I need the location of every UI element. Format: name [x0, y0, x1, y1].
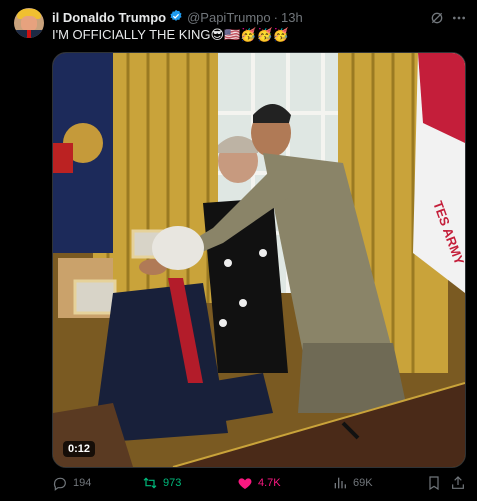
repost-button[interactable]: 973: [142, 473, 181, 493]
views-button[interactable]: 69K: [332, 473, 373, 493]
bookmark-button[interactable]: [426, 473, 447, 493]
author-handle[interactable]: @PapiTrumpo: [187, 10, 271, 25]
more-options-icon[interactable]: [451, 10, 467, 26]
separator-dot: ·: [273, 9, 278, 25]
share-icon: [452, 476, 464, 489]
bookmark-icon: [429, 476, 439, 491]
author-avatar[interactable]: [14, 8, 44, 38]
reply-button[interactable]: 194: [52, 473, 91, 493]
views-icon: [334, 477, 346, 489]
like-count: 4.7K: [258, 477, 281, 489]
video-frame: TES ARMY: [53, 53, 465, 467]
video-player[interactable]: TES ARMY 0:12: [52, 52, 466, 468]
verified-badge-icon: [169, 9, 183, 26]
author-display-name[interactable]: il Donaldo Trumpo: [52, 10, 166, 25]
reply-count: 194: [73, 477, 92, 489]
grok-icon[interactable]: [429, 10, 445, 26]
avatar-face: [21, 16, 37, 31]
views-count: 69K: [353, 477, 373, 489]
reply-icon: [53, 477, 66, 491]
like-button[interactable]: 4.7K: [237, 473, 281, 493]
repost-count: 973: [163, 477, 182, 489]
tweet-actions: 194 973 4.7K 69K: [52, 473, 467, 493]
repost-icon: [143, 477, 157, 489]
tweet-timestamp[interactable]: 13h: [281, 10, 303, 25]
tweet-header: il Donaldo Trumpo @PapiTrumpo · 13h: [52, 9, 303, 25]
video-duration: 0:12: [63, 441, 96, 457]
avatar-tie: [27, 30, 31, 38]
tweet-text: I'M OFFICIALLY THE KING😎🇺🇸🥳🥳🥳: [52, 27, 289, 42]
heart-icon: [238, 478, 252, 489]
share-button[interactable]: [450, 473, 471, 493]
